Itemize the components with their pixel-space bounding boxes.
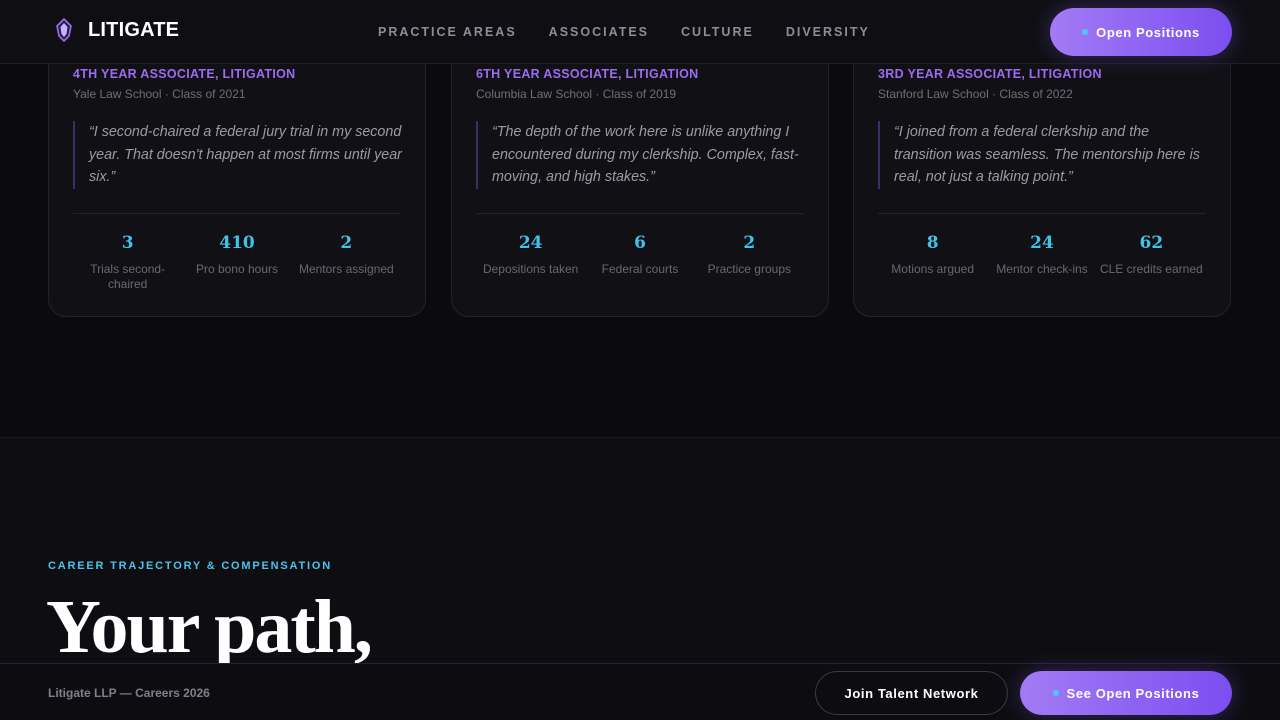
stat: 6 Federal courts (585, 233, 694, 277)
stat-label: Practice groups (707, 262, 791, 276)
stat-value: 24 (1030, 233, 1054, 253)
card-divider (878, 213, 1206, 214)
associate-card: 6TH YEAR ASSOCIATE, LITIGATION Columbia … (451, 20, 829, 317)
associate-card: 3RD YEAR ASSOCIATE, LITIGATION Stanford … (853, 20, 1231, 317)
sticky-footer-bar: Litigate LLP — Careers 2026 Join Talent … (0, 663, 1280, 720)
nav-practice-areas[interactable]: PRACTICE AREAS (378, 25, 517, 39)
card-stats: 8 Motions argued 24 Mentor check-ins 62 … (878, 233, 1206, 277)
nav-culture[interactable]: CULTURE (681, 25, 754, 39)
section-eyebrow: CAREER TRAJECTORY & COMPENSATION (48, 560, 332, 572)
stat: 410 Pro bono hours (182, 233, 291, 292)
dot-icon (1082, 29, 1089, 35)
stat-label: Trials second-chaired (90, 262, 166, 291)
stat-value: 2 (743, 233, 756, 253)
associate-testimonials: 4TH YEAR ASSOCIATE, LITIGATION Yale Law … (0, 0, 1280, 437)
nav-diversity[interactable]: DIVERSITY (786, 25, 870, 39)
footer-copyright: Litigate LLP — Careers 2026 (48, 686, 210, 700)
card-stats: 3 Trials second-chaired 410 Pro bono hou… (73, 233, 401, 292)
stat: 8 Motions argued (878, 233, 987, 277)
stat: 24 Mentor check-ins (987, 233, 1096, 277)
associate-school: Yale Law School · Class of 2021 (73, 87, 246, 101)
stat: 3 Trials second-chaired (73, 233, 182, 292)
dot-icon (1052, 690, 1059, 696)
stat-label: CLE credits earned (1099, 262, 1203, 276)
stat: 2 Practice groups (695, 233, 804, 277)
associate-school: Stanford Law School · Class of 2022 (878, 87, 1073, 101)
stat-label: Pro bono hours (195, 262, 279, 276)
nav-associates[interactable]: ASSOCIATES (549, 25, 649, 39)
associate-quote: “I second-chaired a federal jury trial i… (73, 121, 403, 189)
stat-value: 24 (518, 233, 543, 253)
main-nav: PRACTICE AREAS ASSOCIATES CULTURE DIVERS… (378, 25, 870, 39)
stat: 24 Depositions taken (476, 233, 585, 277)
associate-role: 3RD YEAR ASSOCIATE, LITIGATION (878, 67, 1102, 81)
stat-label: Mentors assigned (298, 262, 394, 276)
card-stats: 24 Depositions taken 6 Federal courts 2 … (476, 233, 804, 277)
stat: 2 Mentors assigned (292, 233, 401, 292)
section-title: Your path, (46, 585, 373, 669)
stat-value: 410 (219, 233, 255, 253)
open-positions-button[interactable]: Open Positions (1050, 8, 1232, 56)
associate-school: Columbia Law School · Class of 2019 (476, 87, 677, 101)
brand-logo[interactable]: LITIGATE (54, 18, 179, 42)
stat-value: 6 (634, 233, 646, 253)
associate-card: 4TH YEAR ASSOCIATE, LITIGATION Yale Law … (48, 20, 426, 317)
see-open-positions-button[interactable]: See Open Positions (1020, 671, 1232, 715)
card-divider (73, 213, 401, 214)
stat-label: Motions argued (891, 262, 975, 276)
associate-role: 6TH YEAR ASSOCIATE, LITIGATION (476, 67, 699, 81)
join-talent-network-button[interactable]: Join Talent Network (815, 671, 1008, 715)
brand-mark-icon (56, 18, 72, 42)
stat-value: 62 (1139, 233, 1164, 253)
stat-label: Depositions taken (482, 262, 579, 276)
card-divider (476, 213, 804, 214)
see-open-positions-label: See Open Positions (1066, 685, 1200, 701)
stat-value: 3 (121, 233, 134, 253)
stat-value: 2 (340, 233, 353, 253)
associate-role: 4TH YEAR ASSOCIATE, LITIGATION (73, 67, 296, 81)
stat: 62 CLE credits earned (1097, 233, 1206, 277)
stat-value: 8 (926, 233, 939, 253)
associate-quote: “I joined from a federal clerkship and t… (878, 121, 1208, 189)
brand-name: LITIGATE (88, 18, 180, 41)
stat-label: Mentor check-ins (996, 262, 1088, 276)
associate-quote: “The depth of the work here is unlike an… (476, 121, 806, 189)
stat-label: Federal courts (601, 262, 679, 276)
open-positions-label: Open Positions (1096, 24, 1200, 40)
site-header: LITIGATE PRACTICE AREAS ASSOCIATES CULTU… (0, 0, 1280, 64)
